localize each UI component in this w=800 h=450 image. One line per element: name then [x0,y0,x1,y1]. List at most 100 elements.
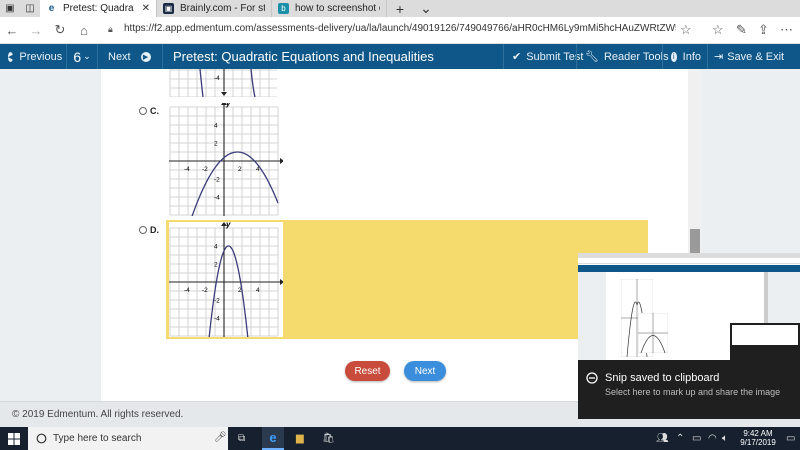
y-tick-label: -2 [214,177,220,184]
notifications-icon[interactable]: ▭ [786,427,795,450]
y-tick-label: 2 [214,141,218,148]
wrench-icon: 🔧︎ [585,51,599,63]
reset-button[interactable]: Reset [345,361,390,381]
question-number: 6 [73,48,82,65]
wifi-icon[interactable]: ◠ [708,427,717,450]
next-label: Next [108,50,131,63]
checkmark-icon: ✔ [512,51,522,63]
divider [707,44,708,69]
file-explorer-icon[interactable]: ▆ [296,427,304,450]
y-tick-label: -4 [214,316,220,323]
x-tick-label: -4 [184,166,190,173]
chevron-down-icon[interactable]: ⌄ [413,0,439,17]
close-tab-icon[interactable]: ✕ [142,3,150,14]
option-d-label: D. [150,225,159,235]
divider [97,44,98,69]
option-c-graph[interactable]: xy-4-22442-2-4 [169,103,283,216]
chevron-down-icon: ⌄ [83,51,91,61]
microphone-icon[interactable]: 🎤︎ [214,432,227,443]
snip-notification-toast[interactable]: Snip saved to clipboard Select here to m… [578,253,800,419]
favorites-bar-icon[interactable]: ☆ [712,22,724,38]
taskbar-search-box[interactable]: Type here to search 🎤︎ [28,427,228,450]
y-tick-label: 4 [214,123,218,130]
forward-button[interactable]: → [24,17,48,44]
save-exit-button[interactable]: ⇥ Save & Exit [714,44,784,69]
test-title: Pretest: Quadratic Equations and Inequal… [173,49,434,64]
taskbar-clock[interactable]: 9:42 AM 9/17/2019 [736,429,780,447]
clock-date: 9/17/2019 [740,438,776,447]
search-placeholder: Type here to search [53,433,142,444]
y-tick-label: -2 [214,298,220,305]
option-d-graph[interactable]: xy-4-22442-2-4 [169,222,283,337]
y-tick-label: 2 [214,262,218,269]
refresh-button[interactable]: ↻ [48,17,72,44]
favorite-star-icon[interactable]: ☆ [680,22,692,38]
people-icon[interactable]: 👥︎ [656,427,669,450]
arrow-right-icon: ▶ [140,51,151,62]
url-field[interactable]: https://f2.app.edmentum.com/assessments-… [124,23,676,34]
home-button[interactable]: ⌂ [72,17,96,44]
x-tick-label: 4 [256,287,260,294]
windows-start-icon[interactable] [0,427,28,450]
next-question-button[interactable]: Next [404,361,446,381]
next-button[interactable]: Next ▶ [108,44,156,69]
task-view-icon[interactable]: ⧉ [238,427,245,450]
snip-sketch-icon [586,372,598,384]
submit-test-button[interactable]: ✔ Submit Test [512,44,584,69]
more-icon[interactable]: ⋯ [780,22,793,38]
x-tick-label: 2 [238,166,242,173]
info-button[interactable]: i Info [671,44,701,69]
brainly-icon: ▣ [163,3,174,14]
previous-button[interactable]: ◀ Previous [8,44,62,69]
previous-label: Previous [19,50,63,63]
tab-title: Pretest: Quadratic Equa [63,3,134,14]
new-tab-button[interactable]: + [387,0,413,17]
tab-pretest[interactable]: e Pretest: Quadratic Equa ✕ [40,0,157,17]
y-tick-label: -4 [214,195,220,202]
tab-brainly[interactable]: ▣ Brainly.com - For students. I [157,0,272,17]
toast-title: Snip saved to clipboard [605,372,720,384]
tab-title: how to screenshot on a con [295,3,380,14]
option-c-radio[interactable] [139,107,147,115]
edge-page-icon: e [46,3,57,14]
tab-bing[interactable]: b how to screenshot on a con [272,0,387,17]
tab-actions-icon[interactable]: ▣ [0,0,20,17]
reader-label: Reader Tools [603,50,669,63]
question-selector[interactable]: 6 ⌄ [67,44,97,69]
address-bar: ← → ↻ ⌂ 🔒︎ https://f2.app.edmentum.com/a… [0,17,800,44]
svg-text:-4: -4 [214,75,220,82]
reader-tools-button[interactable]: 🔧︎ Reader Tools [585,44,669,69]
search-icon [36,433,47,444]
battery-icon[interactable]: ▭ [692,427,701,450]
notes-icon[interactable]: ✎ [736,22,747,38]
tab-preview-icon[interactable]: ◫ [20,0,40,17]
tab-title: Brainly.com - For students. I [180,3,265,14]
show-hidden-icons[interactable]: ⌃ [676,427,684,450]
browser-tab-bar: ▣ ◫ e Pretest: Quadratic Equa ✕ ▣ Brainl… [0,0,800,17]
x-tick-label: -2 [202,287,208,294]
y-axis-label: y [225,103,231,108]
copyright-text: © 2019 Edmentum. All rights reserved. [12,409,184,420]
volume-icon[interactable]: 🔈︎ [722,427,728,450]
option-b-graph-partial: -4 [169,69,277,97]
x-tick-label: -4 [184,287,190,294]
edge-taskbar-icon[interactable]: e [262,427,284,450]
arrow-left-icon: ◀ [8,51,14,62]
save-label: Save & Exit [727,50,785,63]
x-tick-label: -2 [202,166,208,173]
windows-taskbar: Type here to search 🎤︎ ⧉ e ▆ 🛍︎ 👥︎ ⌃ ▭ ◠… [0,427,800,450]
clock-time: 9:42 AM [743,429,773,438]
divider [662,44,663,69]
info-label: Info [682,50,701,63]
option-d-radio[interactable] [139,226,147,234]
y-axis-label: y [225,222,231,229]
back-button[interactable]: ← [0,17,24,44]
toast-subtitle: Select here to mark up and share the ima… [605,387,781,397]
option-c-label: C. [150,106,159,116]
snip-thumbnail [578,253,800,360]
share-icon[interactable]: ⇪ [758,22,769,38]
divider [576,44,577,69]
divider [503,44,504,69]
exit-icon: ⇥ [714,51,724,63]
store-icon[interactable]: 🛍︎ [322,427,335,450]
